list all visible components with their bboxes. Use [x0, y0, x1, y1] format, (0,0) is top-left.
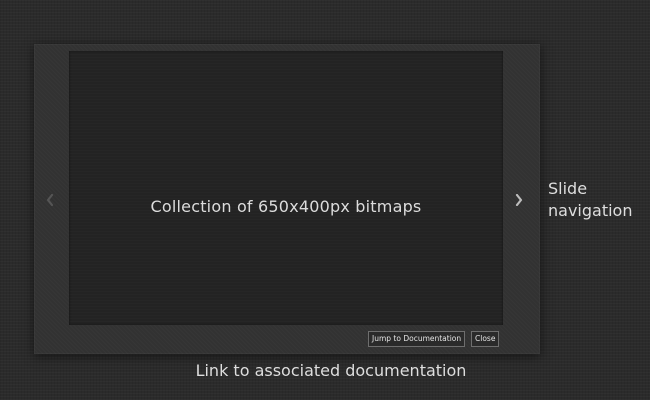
chevron-right-icon: [515, 194, 523, 206]
documentation-link-annotation: Link to associated documentation: [195, 361, 467, 380]
slideshow-modal: Collection of 650x400px bitmaps: [34, 44, 540, 354]
chevron-left-icon: [46, 194, 54, 206]
jump-to-documentation-button[interactable]: Jump to Documentation: [368, 331, 466, 347]
slide-image: Collection of 650x400px bitmaps: [69, 51, 503, 325]
previous-slide-button[interactable]: [42, 190, 58, 210]
close-button[interactable]: Close: [471, 331, 500, 347]
next-slide-button[interactable]: [511, 190, 527, 210]
slide-navigation-annotation: Slide navigation: [548, 179, 633, 220]
slide-caption: Collection of 650x400px bitmaps: [150, 197, 422, 216]
